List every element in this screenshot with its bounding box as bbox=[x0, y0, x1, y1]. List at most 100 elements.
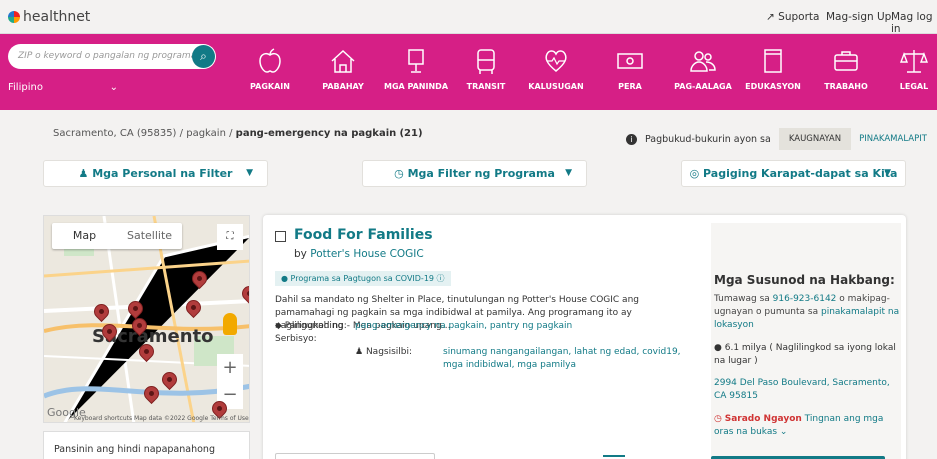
filter-label: Pagiging Karapat-dapat sa Kita bbox=[703, 167, 898, 180]
bus-icon bbox=[471, 46, 501, 76]
scale-icon bbox=[899, 46, 929, 76]
category-label: MGA PANINDA bbox=[383, 82, 449, 91]
breadcrumb-current: pang-emergency na pagkain bbox=[235, 128, 397, 139]
sort-bar: i Pagbukud-bukurin ayon sa KAUGNAYAN PIN… bbox=[626, 128, 927, 150]
category-kalusugan[interactable]: KALUSUGAN bbox=[516, 34, 596, 110]
program-title[interactable]: Food For Families bbox=[294, 227, 433, 243]
program-filter-dropdown[interactable]: ◷ Mga Filter ng Programa ▼ bbox=[362, 160, 587, 187]
breadcrumb-location[interactable]: Sacramento, CA (95835) bbox=[53, 128, 176, 139]
breadcrumb-category[interactable]: pagkain bbox=[186, 128, 226, 139]
person-icon: ♟ bbox=[355, 347, 364, 357]
people-icon bbox=[688, 46, 718, 76]
serves-links[interactable]: sinumang nangangailangan, lahat ng edad,… bbox=[443, 346, 695, 372]
next-steps-body: Tumawag sa 916-923-6142 o makipag-ugnaya… bbox=[714, 293, 901, 332]
breadcrumb-separator: / bbox=[179, 128, 184, 139]
support-label: Suporta bbox=[778, 11, 820, 23]
select-checkbox[interactable] bbox=[275, 231, 286, 242]
logo-icon bbox=[8, 11, 20, 23]
hours-info: ◷ Sarado Ngayon Tingnan ang mga oras na … bbox=[714, 413, 901, 439]
search-button[interactable]: ⌕ bbox=[192, 45, 215, 68]
distance-info: ● 6.1 milya ( Naglilingkod sa iyong loka… bbox=[714, 342, 901, 368]
serves-row: ♟ Nagsisilbi: sinumang nangangailangan, … bbox=[355, 346, 695, 372]
result-card: Food For Families by Potter's House COGI… bbox=[263, 215, 906, 459]
money-icon bbox=[615, 46, 645, 76]
category-label: LEGAL bbox=[899, 82, 929, 91]
main-services: pang-emergency na pagkain, pantry ng pag… bbox=[355, 320, 695, 372]
category-pagkain[interactable]: PAGKAIN bbox=[230, 34, 310, 110]
serves-label-text: Nagsisilbi: bbox=[365, 347, 413, 357]
results-map[interactable]: Map Satellite ⛶ Sacramento + − Google Ke… bbox=[43, 215, 250, 423]
main-service-label: ◆ Pangunahing Serbisyo: bbox=[275, 320, 349, 372]
covid-badge-label: Programa sa Pagtugon sa COVID-19 bbox=[290, 274, 434, 283]
info-icon[interactable]: ⓘ bbox=[437, 274, 445, 283]
provider-link[interactable]: Potter's House COGIC bbox=[310, 248, 424, 260]
person-icon: ♟ bbox=[78, 167, 89, 180]
language-label: Filipino bbox=[8, 82, 43, 93]
main-service-label-text: Pangunahing Serbisyo: bbox=[275, 321, 344, 344]
chevron-down-icon[interactable]: ⌄ bbox=[780, 427, 788, 437]
status-badge: Sarado Ngayon bbox=[724, 414, 802, 424]
sort-relevance-button[interactable]: KAUGNAYAN bbox=[778, 128, 852, 150]
clock-icon: ◷ bbox=[714, 414, 722, 424]
satellite-tab[interactable]: Satellite bbox=[117, 223, 182, 249]
personal-filter-dropdown[interactable]: ♟ Mga Personal na Filter ▼ bbox=[43, 160, 268, 187]
external-link-icon: ↗ bbox=[766, 11, 775, 23]
chevron-down-icon: ⌄ bbox=[109, 82, 118, 93]
covid-badge: ● Programa sa Pagtugon sa COVID-19 ⓘ bbox=[275, 271, 451, 286]
category-label: PERA bbox=[618, 82, 642, 91]
map-marker-icon: ● bbox=[714, 343, 722, 353]
search-icon: ⌕ bbox=[200, 49, 207, 63]
tag-icon: ◆ bbox=[275, 321, 282, 331]
breadcrumb: Sacramento, CA (95835) / pagkain / pang-… bbox=[53, 128, 423, 139]
heart-pulse-icon bbox=[541, 46, 571, 76]
provider-line: by Potter's House COGIC bbox=[294, 248, 424, 260]
address-link[interactable]: 2994 Del Paso Boulevard, Sacramento, CA … bbox=[714, 377, 901, 403]
call-prefix: Tumawag sa bbox=[714, 294, 770, 304]
signup-link[interactable]: Mag-sign Up bbox=[826, 11, 891, 23]
map-footer[interactable]: Keyboard shortcuts Map data ©2022 Google… bbox=[74, 415, 249, 422]
card-bottom-tab[interactable] bbox=[275, 453, 435, 459]
fullscreen-icon[interactable]: ⛶ bbox=[217, 224, 243, 250]
caret-down-icon: ▼ bbox=[884, 168, 891, 178]
caret-down-icon: ▼ bbox=[565, 168, 572, 178]
login-link[interactable]: Mag log in bbox=[891, 11, 937, 35]
outdated-info-notice: Pansinin ang hindi napapanahong bbox=[43, 431, 250, 459]
category-edukasyon[interactable]: EDUKASYON bbox=[733, 34, 813, 110]
main-services-links[interactable]: pang-emergency na pagkain, pantry ng pag… bbox=[355, 321, 572, 331]
category-pera[interactable]: PERA bbox=[590, 34, 670, 110]
search-placeholder: ZIP o keyword o pangalan ng programa bbox=[18, 51, 197, 61]
map-tab[interactable]: Map bbox=[52, 223, 117, 249]
sort-label: Pagbukud-bukurin ayon sa bbox=[645, 133, 771, 145]
category-pag-aalaga[interactable]: PAG-AALAGA bbox=[663, 34, 743, 110]
by-prefix: by bbox=[294, 248, 307, 260]
house-icon bbox=[328, 46, 358, 76]
category-legal[interactable]: LEGAL bbox=[874, 34, 937, 110]
language-select[interactable]: Filipino ⌄ bbox=[8, 82, 118, 93]
info-icon[interactable]: i bbox=[626, 133, 637, 145]
healthnet-logo[interactable]: healthnet bbox=[8, 9, 90, 25]
support-link[interactable]: ↗ Suporta bbox=[766, 11, 819, 23]
phone-link[interactable]: 916-923-6142 bbox=[773, 294, 837, 304]
zoom-in-button[interactable]: + bbox=[217, 354, 243, 381]
street-view-pegman-icon[interactable] bbox=[223, 313, 237, 335]
search-input[interactable]: ZIP o keyword o pangalan ng programa ⌕ bbox=[8, 44, 216, 69]
category-transit[interactable]: TRANSIT bbox=[446, 34, 526, 110]
notice-text: Pansinin ang hindi napapanahong bbox=[54, 444, 215, 455]
category-label: EDUKASYON bbox=[745, 82, 801, 91]
serves-label: ♟ Nagsisilbi: bbox=[355, 346, 435, 372]
book-icon bbox=[758, 46, 788, 76]
apple-icon bbox=[255, 46, 285, 76]
briefcase-icon bbox=[831, 46, 861, 76]
sort-nearest-button[interactable]: PINAKAMALAPIT bbox=[859, 134, 927, 144]
category-label: PABAHAY bbox=[322, 82, 364, 91]
category-nav: ZIP o keyword o pangalan ng programa ⌕ F… bbox=[0, 34, 937, 110]
top-bar: healthnet ↗ Suporta Mag-sign Up Mag log … bbox=[0, 0, 937, 35]
map-type-tabs: Map Satellite bbox=[52, 223, 182, 249]
category-mga-paninda[interactable]: MGA PANINDA bbox=[376, 34, 456, 110]
lamp-icon bbox=[401, 46, 431, 76]
category-pabahay[interactable]: PABAHAY bbox=[303, 34, 383, 110]
next-steps-title: Mga Susunod na Hakbang: bbox=[714, 273, 895, 287]
filter-label: Mga Filter ng Programa bbox=[407, 167, 555, 180]
clock-icon: ◷ bbox=[394, 167, 404, 180]
eligibility-filter-dropdown[interactable]: ◎ Pagiging Karapat-dapat sa Kita ▼ bbox=[681, 160, 906, 187]
